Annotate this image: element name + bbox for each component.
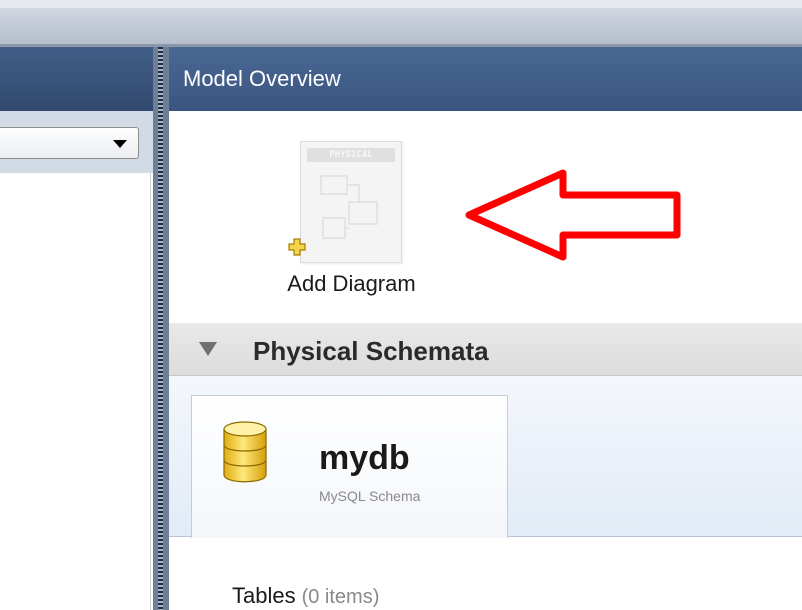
schema-type: MySQL Schema [319, 488, 421, 504]
window-toolbar [0, 8, 802, 46]
tables-row[interactable]: Tables (0 items) [232, 583, 379, 609]
schema-name: mydb [319, 439, 410, 477]
schema-tab-mydb[interactable]: mydb MySQL Schema [191, 395, 508, 538]
window-top-strip [0, 0, 802, 8]
diagram-lines-icon [320, 175, 378, 239]
panel-splitter[interactable] [153, 47, 169, 610]
overview-title: Model Overview [183, 66, 341, 91]
tables-label: Tables [232, 583, 296, 608]
sidebar-header [0, 47, 153, 111]
sidebar-list [0, 173, 151, 610]
sidebar-dropdown[interactable] [0, 127, 139, 159]
model-overview-panel: Model Overview PHYSICAL Add Diagram Phys… [169, 47, 802, 610]
overview-header: Model Overview [169, 47, 802, 111]
add-diagram-label: Add Diagram [287, 271, 416, 296]
section-title: Physical Schemata [253, 336, 489, 366]
annotation-arrow-icon [465, 169, 681, 261]
chevron-down-icon[interactable] [113, 140, 127, 148]
diagram-thumbnail-icon: PHYSICAL [300, 141, 402, 263]
add-diagram-button[interactable]: PHYSICAL Add Diagram [264, 137, 439, 312]
left-sidebar [0, 47, 153, 610]
triangle-down-icon[interactable] [199, 342, 217, 356]
splitter-grip[interactable] [158, 47, 163, 610]
database-icon [223, 421, 267, 483]
tables-count: (0 items) [301, 586, 380, 608]
physical-schemata-header[interactable]: Physical Schemata [169, 323, 802, 376]
plus-icon [288, 238, 306, 256]
